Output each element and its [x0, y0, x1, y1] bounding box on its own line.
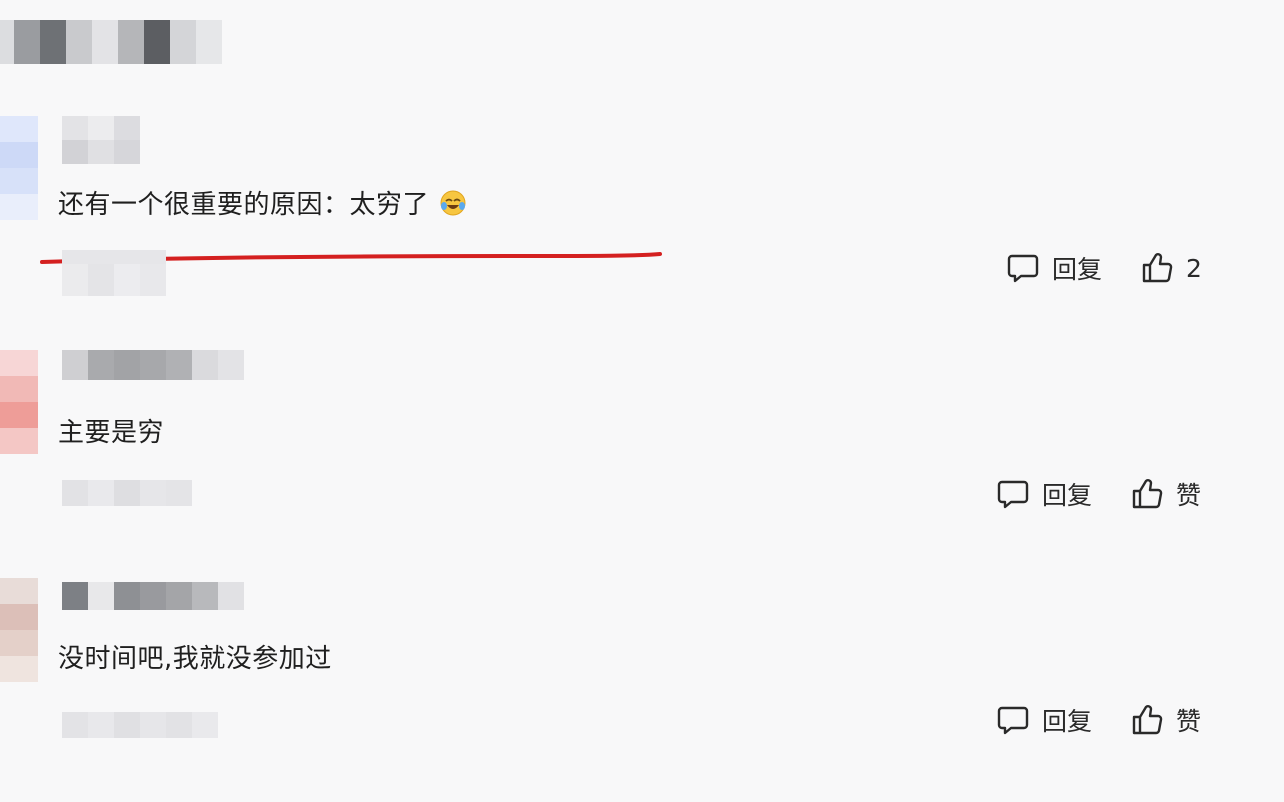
avatar[interactable] [0, 578, 38, 688]
reply-button[interactable]: 回复 [996, 702, 1092, 738]
like-button[interactable]: 2 [1140, 251, 1202, 285]
comment-text-content: 没时间吧,我就没参加过 [58, 644, 332, 674]
comment-text: 主要是穷 [58, 416, 164, 450]
comment-bubble-icon [997, 706, 1029, 735]
like-label: 赞 [1176, 707, 1202, 736]
blurred-timestamp [62, 480, 192, 506]
blurred-username[interactable] [62, 350, 244, 380]
reply-label: 回复 [1042, 707, 1093, 736]
comment-actions: 回复 赞 [996, 476, 1201, 512]
blurred-timestamp [62, 250, 166, 296]
like-count: 2 [1186, 253, 1202, 283]
like-button[interactable]: 赞 [1130, 476, 1201, 512]
blurred-header [0, 20, 222, 64]
comment-text: 没时间吧,我就没参加过 [58, 642, 332, 676]
comment-bubble-icon [1007, 254, 1039, 283]
comment-text-content: 还有一个很重要的原因：太穷了 [58, 190, 430, 220]
comment-actions: 回复 2 [1006, 250, 1202, 286]
blurred-username[interactable] [62, 582, 244, 610]
like-label: 赞 [1176, 481, 1202, 510]
blurred-timestamp [62, 712, 218, 738]
reply-label: 回复 [1052, 255, 1103, 284]
comment-text: 还有一个很重要的原因：太穷了 [58, 188, 467, 222]
comment-text-content: 主要是穷 [58, 418, 165, 448]
thumbs-up-icon [1142, 253, 1173, 283]
comment-bubble-icon [997, 480, 1029, 509]
thumbs-up-icon [1132, 705, 1163, 735]
laughing-crying-emoji-icon [440, 190, 466, 216]
comment-actions: 回复 赞 [996, 702, 1201, 738]
thumbs-up-icon [1132, 479, 1163, 509]
blurred-username[interactable] [62, 116, 140, 164]
avatar[interactable] [0, 116, 38, 220]
reply-button[interactable]: 回复 [1006, 250, 1102, 286]
like-button[interactable]: 赞 [1130, 702, 1201, 738]
avatar[interactable] [0, 350, 38, 454]
reply-label: 回复 [1042, 481, 1093, 510]
reply-button[interactable]: 回复 [996, 476, 1092, 512]
